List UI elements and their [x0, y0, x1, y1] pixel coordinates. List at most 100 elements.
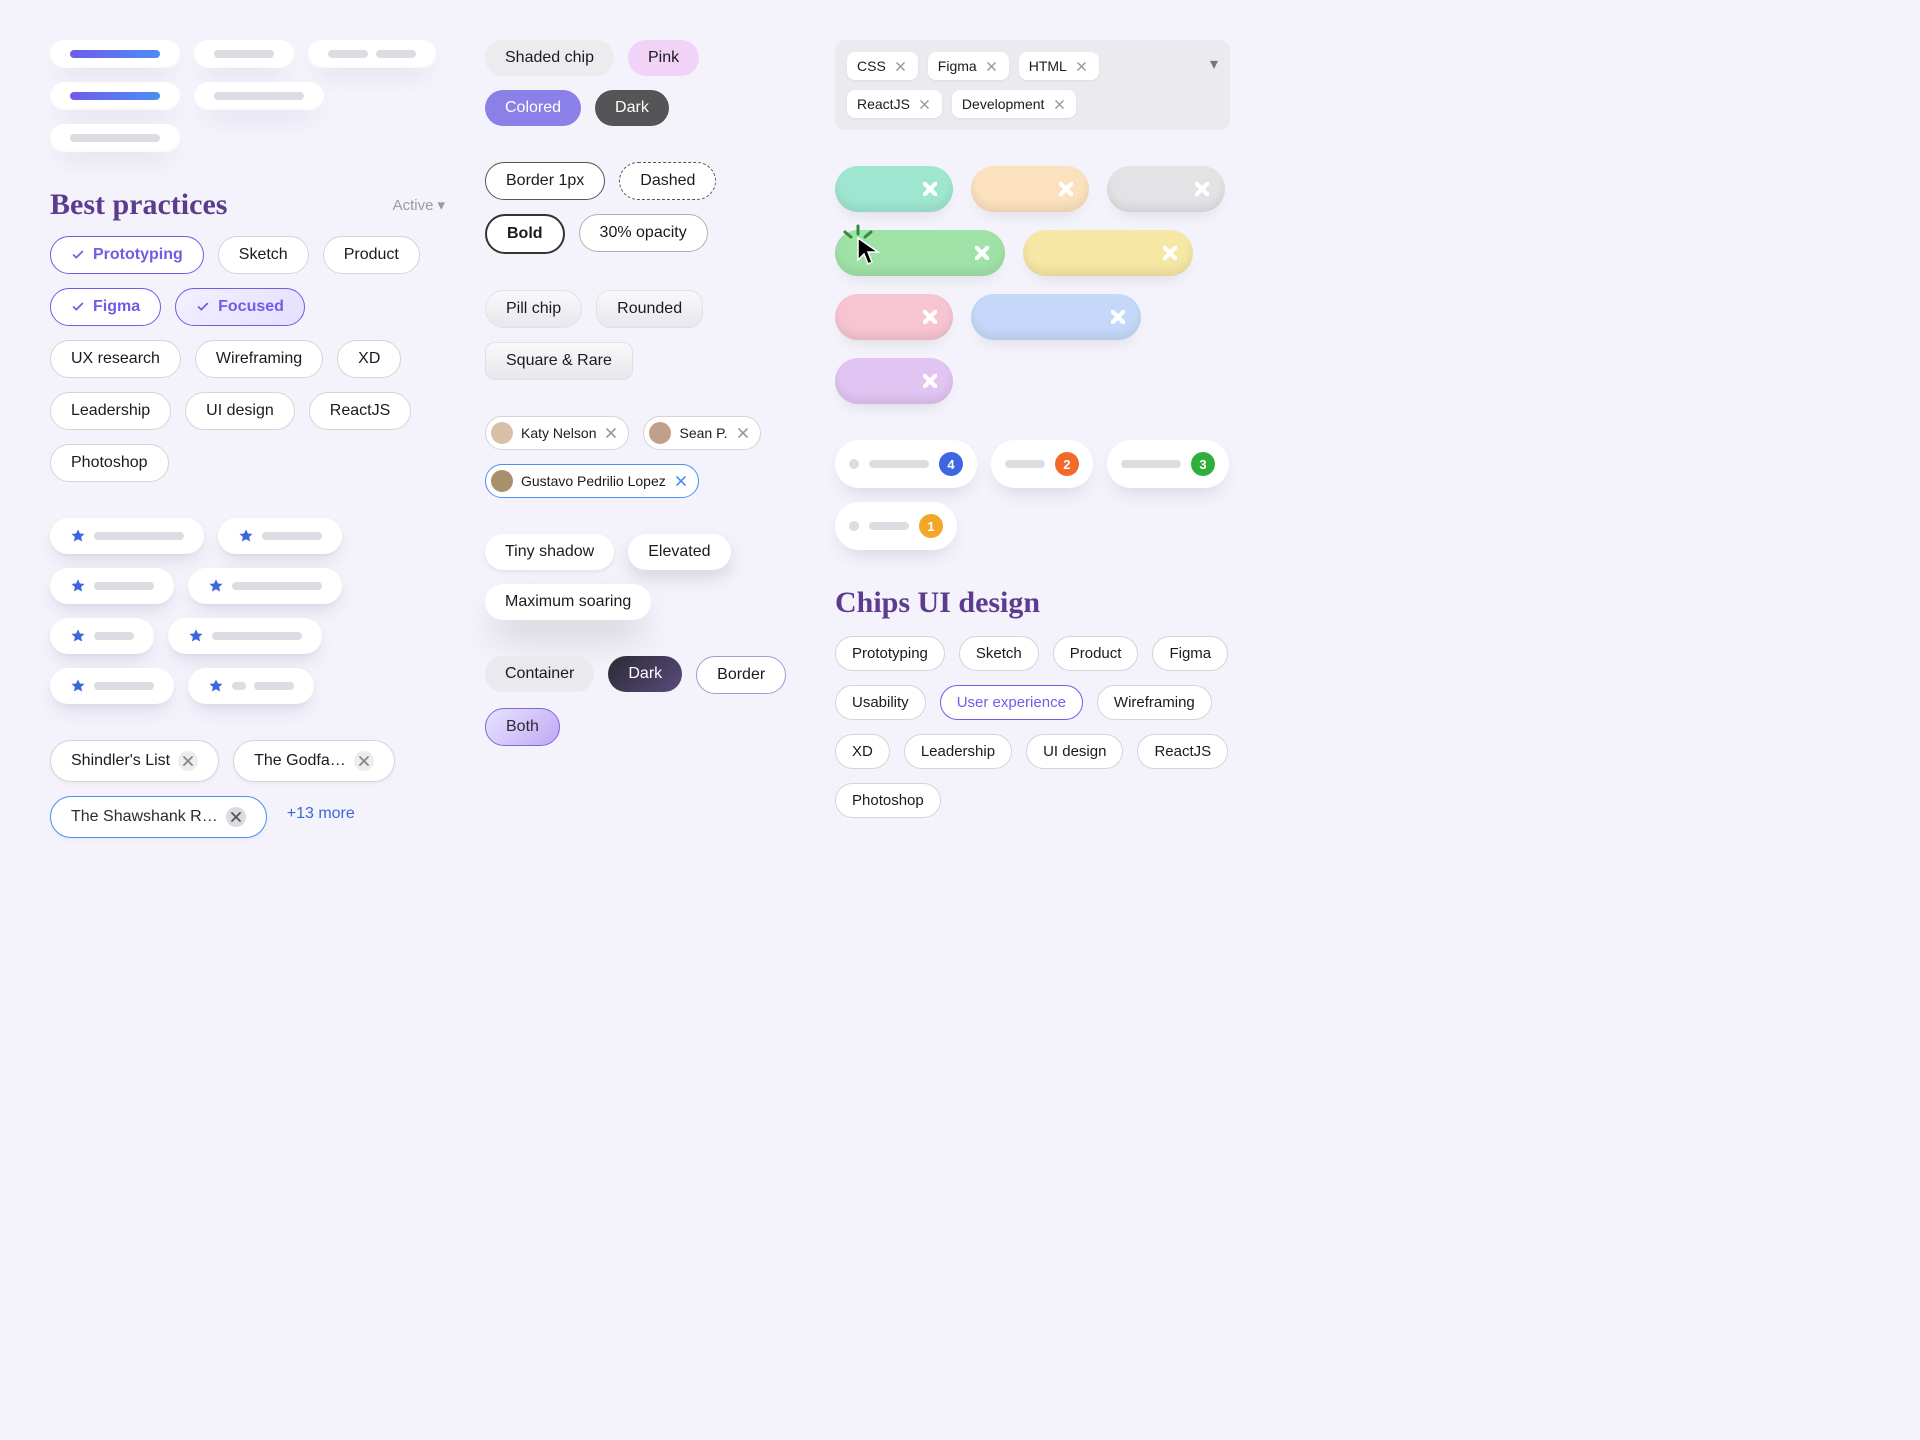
star-chip[interactable] — [50, 518, 204, 554]
tag-item[interactable]: CSS — [847, 52, 918, 80]
tag-ui-design[interactable]: UI design — [185, 392, 295, 430]
close-icon[interactable] — [1195, 182, 1209, 196]
person-chip[interactable]: Sean P. — [643, 416, 760, 450]
chip-both[interactable]: Both — [485, 708, 560, 746]
movie-chip-selected[interactable]: The Shawshank R… — [50, 796, 267, 838]
pastel-chip[interactable] — [835, 294, 953, 340]
tag-leadership[interactable]: Leadership — [50, 392, 171, 430]
chip-colored[interactable]: Colored — [485, 90, 581, 126]
star-chip[interactable] — [50, 668, 174, 704]
star-chip[interactable] — [188, 668, 314, 704]
pastel-chip[interactable] — [835, 166, 953, 212]
tag-figma[interactable]: Figma — [1152, 636, 1228, 671]
chip-border[interactable]: Border — [696, 656, 786, 694]
tag-reactjs[interactable]: ReactJS — [309, 392, 411, 430]
chip-dashed[interactable]: Dashed — [619, 162, 716, 200]
tag-figma[interactable]: Figma — [50, 288, 161, 326]
tag-item[interactable]: ReactJS — [847, 90, 942, 118]
close-icon[interactable] — [674, 474, 688, 488]
star-chip[interactable] — [218, 518, 342, 554]
tag-usability[interactable]: Usability — [835, 685, 926, 720]
tag-photoshop[interactable]: Photoshop — [835, 783, 941, 818]
pastel-chip[interactable] — [835, 358, 953, 404]
chip-opacity[interactable]: 30% opacity — [579, 214, 708, 252]
close-icon[interactable] — [975, 246, 989, 260]
tag-xd[interactable]: XD — [337, 340, 401, 378]
tag-sketch[interactable]: Sketch — [959, 636, 1039, 671]
pastel-chip-hover[interactable] — [835, 230, 1005, 276]
tag-sketch[interactable]: Sketch — [218, 236, 309, 274]
badge-chip[interactable]: 2 — [991, 440, 1093, 488]
pastel-chip[interactable] — [1023, 230, 1193, 276]
tag-item[interactable]: HTML — [1019, 52, 1099, 80]
neu-chip[interactable] — [50, 40, 180, 68]
pastel-chip[interactable] — [971, 294, 1141, 340]
chip-container[interactable]: Container — [485, 656, 594, 692]
chip-elevated[interactable]: Elevated — [628, 534, 730, 570]
close-icon[interactable] — [1059, 182, 1073, 196]
close-icon[interactable] — [354, 751, 374, 771]
tag-reactjs[interactable]: ReactJS — [1137, 734, 1228, 769]
star-chip[interactable] — [168, 618, 322, 654]
pastel-chip[interactable] — [1107, 166, 1225, 212]
caret-down-icon[interactable]: ▾ — [1210, 54, 1218, 74]
chip-border1[interactable]: Border 1px — [485, 162, 605, 200]
close-icon[interactable] — [923, 182, 937, 196]
tag-product[interactable]: Product — [323, 236, 420, 274]
tag-ux-research[interactable]: UX research — [50, 340, 181, 378]
chip-pill[interactable]: Pill chip — [485, 290, 582, 328]
star-chip[interactable] — [50, 618, 154, 654]
person-chip-selected[interactable]: Gustavo Pedrilio Lopez — [485, 464, 699, 498]
close-icon[interactable] — [918, 97, 932, 111]
close-icon[interactable] — [894, 59, 908, 73]
movie-chip[interactable]: The Godfa… — [233, 740, 395, 782]
chip-shaded[interactable]: Shaded chip — [485, 40, 614, 76]
movie-chip[interactable]: Shindler's List — [50, 740, 219, 782]
tag-photoshop[interactable]: Photoshop — [50, 444, 169, 482]
badge-chip[interactable]: 3 — [1107, 440, 1229, 488]
close-icon[interactable] — [1111, 310, 1125, 324]
chip-tiny-shadow[interactable]: Tiny shadow — [485, 534, 614, 570]
neu-chip[interactable] — [50, 124, 180, 152]
neu-chip[interactable] — [194, 82, 324, 110]
tag-xd[interactable]: XD — [835, 734, 890, 769]
close-icon[interactable] — [736, 426, 750, 440]
chip-bold[interactable]: Bold — [485, 214, 565, 254]
tag-leadership[interactable]: Leadership — [904, 734, 1012, 769]
star-chip[interactable] — [188, 568, 342, 604]
more-link[interactable]: +13 more — [281, 796, 375, 832]
close-icon[interactable] — [985, 59, 999, 73]
chip-dark[interactable]: Dark — [595, 90, 669, 126]
tag-focused[interactable]: Focused — [175, 288, 305, 326]
tag-ui-design[interactable]: UI design — [1026, 734, 1123, 769]
active-dropdown[interactable]: Active ▾ — [393, 196, 445, 214]
tag-prototyping[interactable]: Prototyping — [835, 636, 945, 671]
close-icon[interactable] — [1052, 97, 1066, 111]
pastel-chip[interactable] — [971, 166, 1089, 212]
close-icon[interactable] — [1075, 59, 1089, 73]
close-icon[interactable] — [178, 751, 198, 771]
neu-chip[interactable] — [194, 40, 294, 68]
neu-chip[interactable] — [50, 82, 180, 110]
close-icon[interactable] — [923, 374, 937, 388]
tag-wireframing[interactable]: Wireframing — [195, 340, 323, 378]
tag-item[interactable]: Figma — [928, 52, 1009, 80]
chip-rounded[interactable]: Rounded — [596, 290, 703, 328]
badge-chip[interactable]: 4 — [835, 440, 977, 488]
tag-item[interactable]: Development — [952, 90, 1077, 118]
chip-pink[interactable]: Pink — [628, 40, 699, 76]
tag-product[interactable]: Product — [1053, 636, 1139, 671]
close-icon[interactable] — [226, 807, 246, 827]
neu-chip[interactable] — [308, 40, 436, 68]
tag-prototyping[interactable]: Prototyping — [50, 236, 204, 274]
chip-max-soaring[interactable]: Maximum soaring — [485, 584, 651, 620]
tag-wireframing[interactable]: Wireframing — [1097, 685, 1212, 720]
close-icon[interactable] — [1163, 246, 1177, 260]
tag-input[interactable]: CSS Figma HTML ReactJS Development ▾ — [835, 40, 1230, 130]
close-icon[interactable] — [604, 426, 618, 440]
close-icon[interactable] — [923, 310, 937, 324]
chip-dark-grad[interactable]: Dark — [608, 656, 682, 692]
person-chip[interactable]: Katy Nelson — [485, 416, 629, 450]
badge-chip[interactable]: 1 — [835, 502, 957, 550]
tag-user-experience[interactable]: User experience — [940, 685, 1083, 720]
